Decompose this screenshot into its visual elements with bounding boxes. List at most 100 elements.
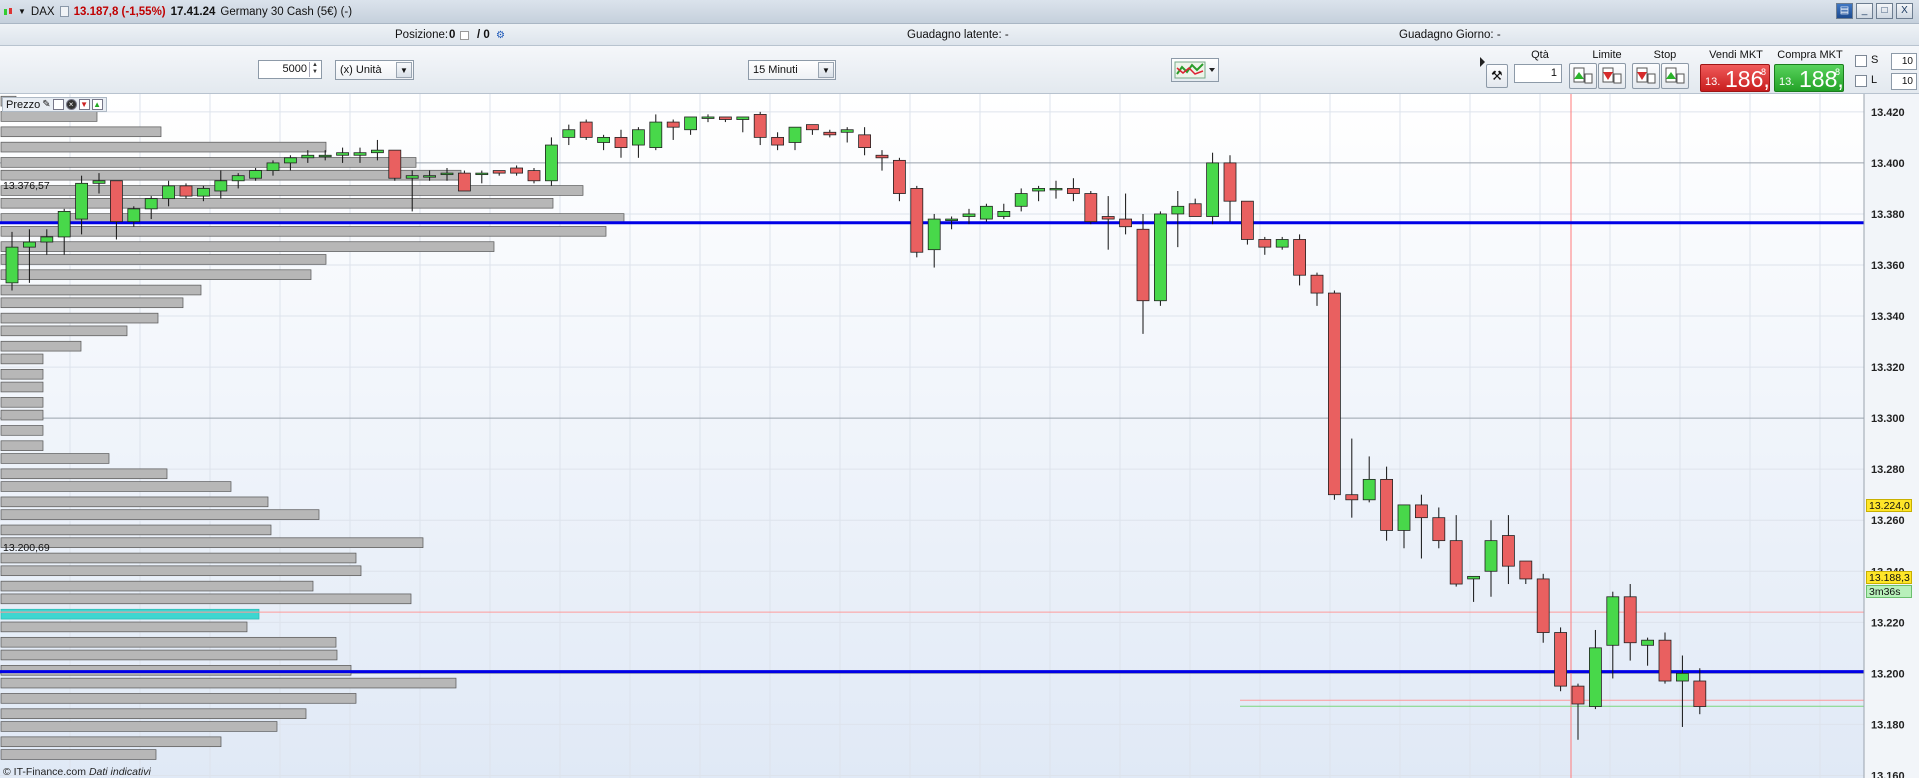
candle-body xyxy=(1432,517,1446,542)
panel-collapse-icon[interactable] xyxy=(1480,57,1485,67)
candle-body xyxy=(579,121,593,138)
candlestick-chart[interactable]: 13.420 13.400 13.380 13.360 13.340 13.320 13.3… xyxy=(0,94,1919,778)
volume-profile-bar xyxy=(0,736,222,748)
info-icon[interactable] xyxy=(59,6,69,17)
limit-buy-button[interactable] xyxy=(1569,63,1597,89)
unit-value: (x) Unità xyxy=(340,64,382,76)
alert-price-tag: 13.224,0 xyxy=(1866,499,1912,512)
candle-body xyxy=(1258,239,1272,248)
move-down-icon[interactable]: ▼ xyxy=(78,99,90,110)
daily-pnl: Guadagno Giorno: - xyxy=(1399,29,1501,41)
stop-checkbox[interactable] xyxy=(1855,55,1867,67)
position-detail-icon[interactable] xyxy=(460,31,469,40)
volume-profile-bar xyxy=(0,621,248,633)
close-button[interactable]: X xyxy=(1896,3,1913,19)
candle-body xyxy=(75,182,88,220)
limit-distance-input[interactable]: 10 xyxy=(1891,73,1917,90)
wrench-icon[interactable]: ✎ xyxy=(42,99,50,110)
candle-body xyxy=(1519,560,1533,580)
dropdown-arrow-icon[interactable]: ▼ xyxy=(18,7,26,16)
candle-body xyxy=(249,170,263,179)
volume-profile-bar xyxy=(0,397,44,408)
quantity-spinner[interactable]: ▲ ▼ xyxy=(309,62,320,77)
move-up-icon[interactable]: ▲ xyxy=(91,99,103,110)
sell-price-prefix: 13. xyxy=(1705,76,1721,88)
candle-body xyxy=(318,154,332,158)
candle-body xyxy=(370,149,384,154)
price-panel-label: Prezzo xyxy=(6,98,41,111)
price-tick-label: 13.420 xyxy=(1871,107,1905,119)
candle-body xyxy=(301,154,315,159)
candle-body xyxy=(127,208,141,223)
candle-body xyxy=(806,124,819,131)
price-tick-label: 13.280 xyxy=(1871,464,1905,476)
price-chart[interactable]: 13.420 13.400 13.380 13.360 13.340 13.320 13.3… xyxy=(0,94,1919,778)
candle-body xyxy=(336,152,350,156)
wrench-button[interactable]: ⚒ xyxy=(1486,64,1508,88)
minimize-button[interactable]: _ xyxy=(1856,3,1873,19)
candlestick-icon[interactable] xyxy=(3,7,13,17)
data-source-note: © IT-Finance.com Dati indicativi xyxy=(3,766,151,778)
volume-profile-bar xyxy=(0,649,338,661)
volume-profile-bar xyxy=(0,254,327,265)
price-tick-label: 13.340 xyxy=(1871,311,1905,323)
maximize-button[interactable]: □ xyxy=(1876,3,1893,19)
chart-style-button[interactable] xyxy=(1171,58,1219,82)
candle-body xyxy=(1171,205,1185,215)
candle-body xyxy=(1536,578,1550,633)
volume-profile-bar xyxy=(0,636,337,648)
timeframe-select[interactable]: 15 Minuti ▼ xyxy=(748,60,836,80)
window-menu-button[interactable]: ▤ xyxy=(1836,3,1853,19)
candle-body xyxy=(1589,647,1602,707)
volume-profile-bar xyxy=(0,111,98,122)
candle-body xyxy=(1502,535,1515,567)
candle-body xyxy=(1345,494,1359,501)
candle-body xyxy=(1241,200,1254,240)
volume-profile-bar xyxy=(0,565,362,577)
window-icon[interactable] xyxy=(52,99,64,110)
candle-body xyxy=(1554,632,1567,687)
candle-body xyxy=(614,136,628,148)
stop-sell-button[interactable] xyxy=(1661,63,1689,89)
price-tick-label: 13.260 xyxy=(1871,515,1905,527)
limit-sell-button[interactable] xyxy=(1598,63,1626,89)
limit-checkbox[interactable] xyxy=(1855,75,1867,87)
buy-market-button[interactable]: 13. 188, 8 xyxy=(1774,64,1844,92)
volume-profile-bar xyxy=(0,325,128,337)
stop-distance-input[interactable]: 10 xyxy=(1891,53,1917,70)
candle-countdown: 3m36s xyxy=(1866,585,1912,598)
candle-body xyxy=(840,129,854,133)
stop-buy-icon xyxy=(1636,67,1656,84)
candle-body xyxy=(196,188,210,197)
gear-icon[interactable]: ⚙ xyxy=(496,30,505,41)
quantity-input[interactable]: 5000 ▲ ▼ xyxy=(258,60,322,79)
buy-price-prefix: 13. xyxy=(1779,76,1795,88)
candle-body xyxy=(597,136,610,143)
stop-buy-button[interactable] xyxy=(1632,63,1660,89)
qty-input[interactable]: 1 xyxy=(1514,64,1562,83)
volume-profile-bar xyxy=(0,185,584,196)
volume-profile-bar xyxy=(0,468,168,480)
candle-body xyxy=(1676,672,1689,682)
candle-body xyxy=(492,170,506,174)
volume-profile-bar xyxy=(0,749,157,760)
price-tick-label: 13.160 xyxy=(1871,770,1905,778)
candle-body xyxy=(1449,540,1463,585)
sell-market-button[interactable]: 13. 186, 8 xyxy=(1700,64,1770,92)
candle-body xyxy=(214,180,228,192)
volume-profile-bar xyxy=(0,537,424,548)
position-info-bar: Posizione: 0 / 0 ⚙ Guadagno latente: - G… xyxy=(0,24,1919,46)
volume-profile-bar xyxy=(0,496,269,508)
close-panel-icon[interactable]: × xyxy=(65,99,77,110)
candle-body xyxy=(788,126,802,143)
candle-body xyxy=(405,175,419,179)
candle-body xyxy=(1310,274,1324,294)
volume-profile-bar xyxy=(0,126,162,138)
candle-body xyxy=(179,185,193,197)
position-value: 0 xyxy=(449,29,456,41)
volume-profile-bar xyxy=(0,241,495,252)
price-tick-label: 13.400 xyxy=(1871,158,1905,170)
unit-select[interactable]: (x) Unità ▼ xyxy=(335,60,414,80)
trading-window: ▼ DAX 13.187,8 (-1,55%) 17.41.24 Germany… xyxy=(0,0,1919,778)
volume-profile-bar xyxy=(0,580,314,592)
